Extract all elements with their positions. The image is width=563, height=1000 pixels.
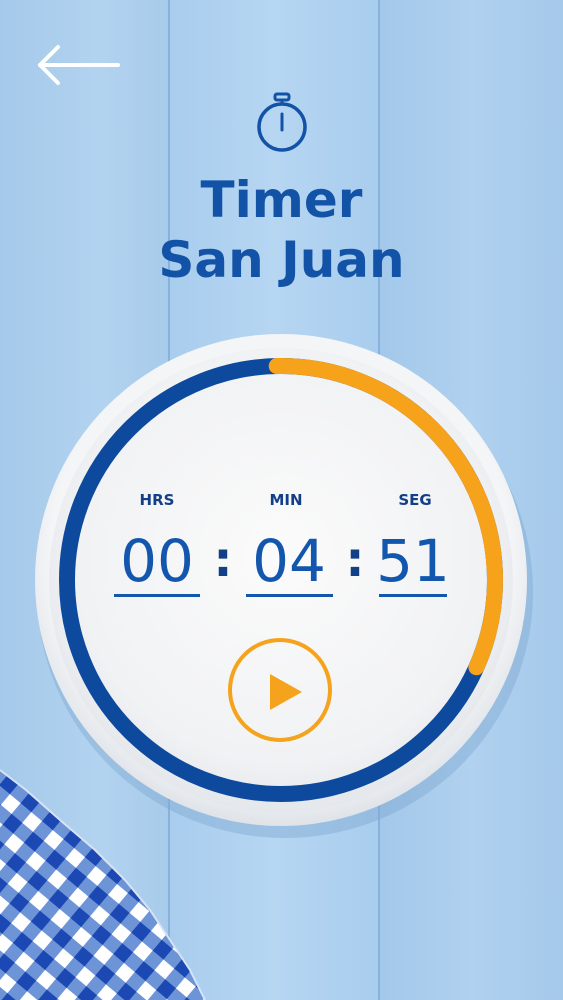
gingham-tablecloth (0, 769, 206, 1000)
